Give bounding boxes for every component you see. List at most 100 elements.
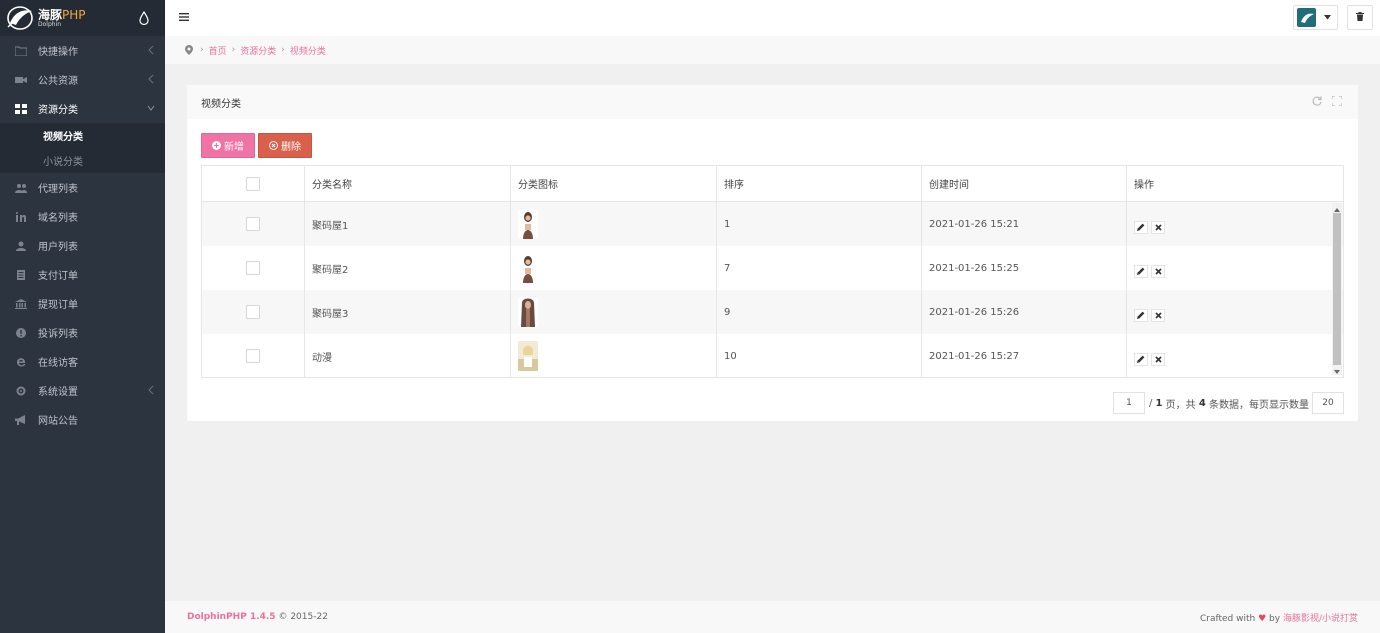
header-sort: 排序 xyxy=(717,166,922,201)
breadcrumb-separator: › xyxy=(231,45,236,55)
sidebar: 海豚PHP Dolphin 快捷操作 公共资源 资源分类 视频分类 小说分类 代… xyxy=(0,0,165,633)
grid-icon xyxy=(15,103,27,114)
per-page-input[interactable] xyxy=(1312,392,1344,414)
total-pages: 1 xyxy=(1155,397,1163,409)
panel-header: 视频分类 xyxy=(187,85,1358,119)
panel-title: 视频分类 xyxy=(201,98,241,110)
footer-link[interactable]: 海豚影视/小说打赏 xyxy=(1283,614,1358,624)
cell-icon xyxy=(511,202,717,246)
breadcrumb-video-categories[interactable]: 视频分类 xyxy=(290,44,326,57)
cell-icon xyxy=(511,334,717,377)
sidebar-item-shortcuts[interactable]: 快捷操作 xyxy=(0,36,165,65)
sidebar-item-payment-orders[interactable]: 支付订单 xyxy=(0,260,165,289)
sidebar-subitem-novel-categories[interactable]: 小说分类 xyxy=(0,148,165,173)
cell-created: 2021-01-26 15:25 xyxy=(922,246,1127,290)
heart-icon: ♥ xyxy=(1258,613,1267,624)
sidebar-item-users[interactable]: 用户列表 xyxy=(0,231,165,260)
fullscreen-icon[interactable] xyxy=(1331,95,1343,107)
footer: DolphinPHP 1.4.5 © 2015-22 Crafted with … xyxy=(165,601,1380,633)
caret-down-icon xyxy=(1324,12,1331,23)
sidebar-item-complaints[interactable]: 投诉列表 xyxy=(0,318,165,347)
subnav-resource-categories: 视频分类 小说分类 xyxy=(0,123,165,173)
page-number-input[interactable] xyxy=(1112,392,1145,414)
footer-brand[interactable]: DolphinPHP 1.4.5 xyxy=(187,612,276,622)
edit-icon[interactable] xyxy=(1134,220,1148,234)
sidebar-nav-rest: 代理列表 域名列表 用户列表 支付订单 提现订单 投诉列表 在线访客 系统设置 xyxy=(0,173,165,434)
row-checkbox[interactable] xyxy=(246,261,260,275)
pagination: / 1 页，共 4 条数据，每页显示数量 xyxy=(1112,392,1344,414)
table-scrollbar[interactable] xyxy=(1332,203,1342,375)
panel-tools xyxy=(1312,95,1343,107)
delete-row-icon[interactable] xyxy=(1151,220,1165,234)
sidebar-item-online-visitors[interactable]: 在线访客 xyxy=(0,347,165,376)
alert-circle-icon xyxy=(15,327,27,338)
row-checkbox[interactable] xyxy=(246,305,260,319)
row-checkbox[interactable] xyxy=(246,349,260,363)
footer-copyright: © 2015-22 xyxy=(278,612,328,622)
document-icon xyxy=(15,269,27,280)
row-checkbox[interactable] xyxy=(246,217,260,231)
cell-icon xyxy=(511,246,717,290)
table-row: 聚码屋3 9 2021-01-26 15:26 xyxy=(202,290,1343,334)
sidebar-item-withdraw-orders[interactable]: 提现订单 xyxy=(0,289,165,318)
breadcrumb-home[interactable]: 首页 xyxy=(209,44,227,57)
linkedin-icon xyxy=(15,211,27,222)
cell-name: 聚码屋3 xyxy=(305,290,511,334)
pager-page-suffix: 页，共 xyxy=(1165,399,1196,411)
delete-row-icon[interactable] xyxy=(1151,264,1165,278)
category-thumbnail[interactable] xyxy=(518,253,538,283)
cell-sort: 10 xyxy=(717,334,922,377)
bullhorn-icon xyxy=(15,414,27,425)
theme-drop-icon[interactable] xyxy=(139,10,149,26)
delete-row-icon[interactable] xyxy=(1151,352,1165,366)
sidebar-item-domains[interactable]: 域名列表 xyxy=(0,202,165,231)
category-table: 分类名称 分类图标 排序 创建时间 操作 聚码屋1 1 2021-01-26 1… xyxy=(201,165,1344,378)
add-button[interactable]: 新增 xyxy=(201,133,255,158)
breadcrumb-resource-categories[interactable]: 资源分类 xyxy=(240,44,276,57)
user-menu-button[interactable] xyxy=(1293,5,1338,30)
table-row: 动漫 10 2021-01-26 15:27 xyxy=(202,334,1343,377)
chevron-left-icon xyxy=(147,45,155,55)
cell-sort: 7 xyxy=(717,246,922,290)
row-checkbox-cell xyxy=(202,246,305,290)
sidebar-item-announcements[interactable]: 网站公告 xyxy=(0,405,165,434)
top-header xyxy=(165,0,1380,36)
table-header: 分类名称 分类图标 排序 创建时间 操作 xyxy=(202,166,1343,202)
row-checkbox-cell xyxy=(202,202,305,246)
cell-sort: 1 xyxy=(717,202,922,246)
cell-actions xyxy=(1127,202,1332,246)
sidebar-item-public-resources[interactable]: 公共资源 xyxy=(0,65,165,94)
refresh-icon[interactable] xyxy=(1312,96,1322,106)
edit-icon[interactable] xyxy=(1134,308,1148,322)
category-thumbnail[interactable] xyxy=(518,341,538,371)
row-checkbox-cell xyxy=(202,334,305,377)
toolbar: 新增 删除 xyxy=(201,133,312,158)
clear-cache-button[interactable] xyxy=(1347,5,1373,30)
pager-total-suffix: 条数据，每页显示数量 xyxy=(1209,399,1309,411)
sidebar-nav: 快捷操作 公共资源 资源分类 xyxy=(0,36,165,123)
scroll-down-icon[interactable] xyxy=(1334,367,1340,374)
users-icon xyxy=(15,183,27,193)
sidebar-subitem-video-categories[interactable]: 视频分类 xyxy=(0,123,165,148)
scrollbar-thumb[interactable] xyxy=(1333,213,1341,365)
delete-row-icon[interactable] xyxy=(1151,308,1165,322)
sidebar-item-system-settings[interactable]: 系统设置 xyxy=(0,376,165,405)
edit-icon[interactable] xyxy=(1134,264,1148,278)
scroll-up-icon[interactable] xyxy=(1334,205,1340,212)
select-all-checkbox[interactable] xyxy=(246,176,260,191)
header-actions: 操作 xyxy=(1134,180,1154,191)
edit-icon[interactable] xyxy=(1134,352,1148,366)
cell-icon xyxy=(511,290,717,334)
breadcrumb-separator: › xyxy=(200,45,204,55)
chevron-left-icon xyxy=(147,74,155,84)
sidebar-item-resource-categories[interactable]: 资源分类 xyxy=(0,94,165,123)
delete-button[interactable]: 删除 xyxy=(258,133,312,158)
sidebar-item-agents[interactable]: 代理列表 xyxy=(0,173,165,202)
logo-text: 海豚PHP Dolphin xyxy=(38,7,86,28)
category-thumbnail[interactable] xyxy=(518,209,538,239)
category-thumbnail[interactable] xyxy=(518,297,538,327)
menu-toggle-icon[interactable] xyxy=(179,12,189,22)
breadcrumb-separator: › xyxy=(281,45,285,55)
cell-name: 动漫 xyxy=(305,334,511,377)
map-pin-icon xyxy=(185,45,193,55)
